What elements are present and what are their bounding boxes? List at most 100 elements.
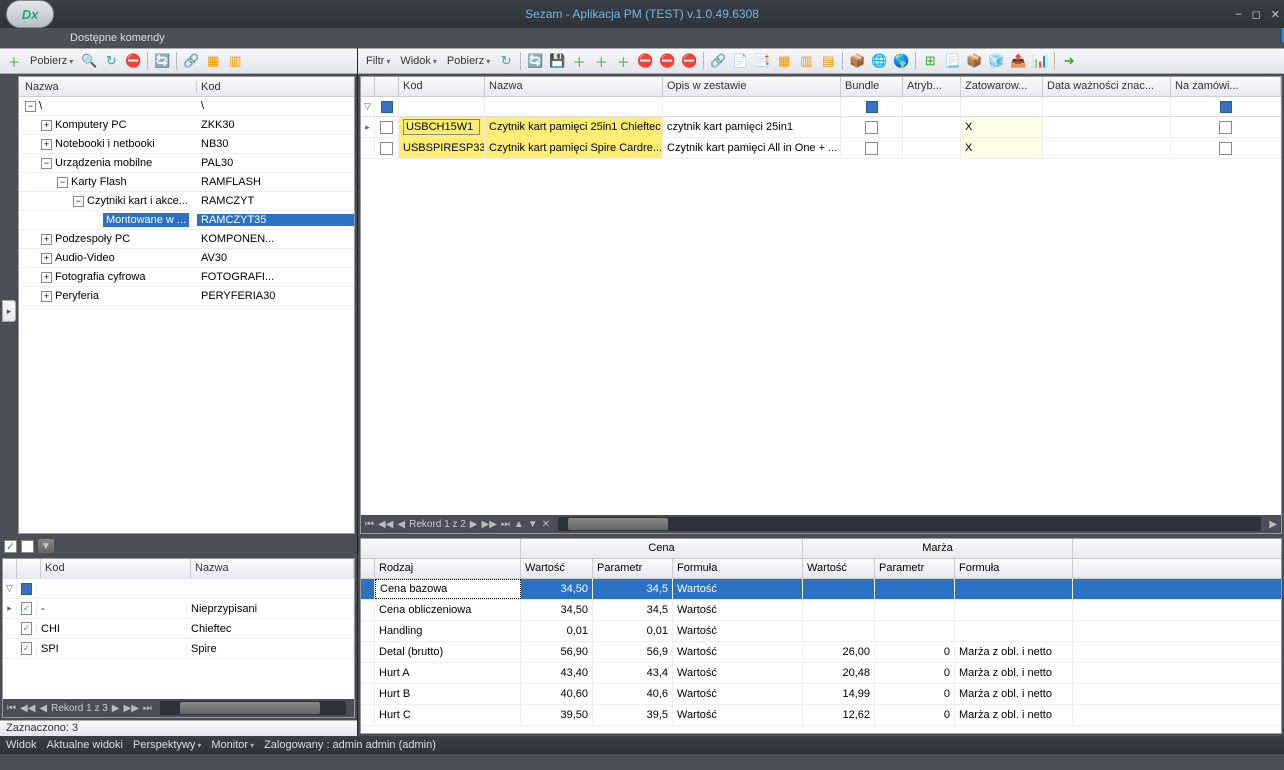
- close-filter-icon[interactable]: ✕: [542, 519, 550, 530]
- col-atryb[interactable]: Atryb...: [903, 77, 961, 96]
- uncheck-all[interactable]: [21, 540, 34, 553]
- col-marza-parametr[interactable]: Parametr: [875, 559, 955, 578]
- price-row[interactable]: ▸ Cena bazowa 34,50 34,5 Wartość: [361, 579, 1281, 600]
- next-icon[interactable]: ▶: [112, 703, 120, 714]
- row-checkbox[interactable]: [380, 142, 393, 155]
- bl-col-kod[interactable]: Kod: [41, 559, 191, 579]
- add3-icon[interactable]: ＋: [613, 51, 633, 71]
- sync-icon[interactable]: 🔄: [152, 51, 172, 71]
- col-marza-formula[interactable]: Formuła: [955, 559, 1073, 578]
- status-widok[interactable]: Widok: [6, 739, 37, 751]
- price-row[interactable]: Detal (brutto) 56,90 56,9 Wartość 26,00 …: [361, 642, 1281, 663]
- bl-scrollbar[interactable]: [160, 701, 346, 715]
- status-monitor[interactable]: Monitor▾: [211, 739, 254, 751]
- add-icon[interactable]: ＋: [569, 51, 589, 71]
- widok-button[interactable]: Widok▾: [396, 55, 441, 67]
- row-checkbox[interactable]: [380, 121, 393, 134]
- del2-icon[interactable]: ⛔: [657, 51, 677, 71]
- pkg-icon[interactable]: 📦: [964, 51, 984, 71]
- pkg2-icon[interactable]: 🧊: [986, 51, 1006, 71]
- status-persp[interactable]: Perspektywy▾: [133, 739, 201, 751]
- export-icon[interactable]: 📤: [1008, 51, 1028, 71]
- prev-page-icon[interactable]: ◀◀: [20, 703, 35, 714]
- expander-icon[interactable]: +: [41, 272, 52, 283]
- col-cena-formula[interactable]: Formuła: [673, 559, 803, 578]
- add2-icon[interactable]: ＋: [591, 51, 611, 71]
- bundle-checkbox[interactable]: [865, 142, 878, 155]
- col-cena-wartosc[interactable]: Wartość: [521, 559, 593, 578]
- first-icon[interactable]: ⏮: [365, 519, 374, 530]
- tree-item[interactable]: −Czytniki kart i akce...RAMCZYT: [19, 192, 354, 211]
- col-kod[interactable]: Kod: [399, 77, 485, 96]
- globe-icon[interactable]: 🌐: [869, 51, 889, 71]
- copy-icon[interactable]: 📄: [730, 51, 750, 71]
- save-icon[interactable]: 💾: [547, 51, 567, 71]
- tree2-icon[interactable]: ▥: [225, 51, 245, 71]
- filtr-button[interactable]: Filtr▾: [362, 55, 394, 67]
- main-scrollbar[interactable]: [558, 517, 1261, 531]
- maximize-icon[interactable]: ◻: [1252, 8, 1261, 21]
- tree-item[interactable]: Montowane w ...RAMCZYT35: [19, 211, 354, 230]
- tree-item[interactable]: +Komputery PCZKK30: [19, 116, 354, 135]
- tree-icon[interactable]: ▦: [203, 51, 223, 71]
- product-row[interactable]: USBSPIRESP3320 Czytnik kart pamięci Spir…: [361, 138, 1281, 159]
- add-icon[interactable]: ＋: [4, 51, 24, 71]
- price-row[interactable]: Hurt A 43,40 43,4 Wartość 20,48 0 Marża …: [361, 663, 1281, 684]
- col-bundle[interactable]: Bundle: [841, 77, 903, 96]
- first-icon[interactable]: ⏮: [7, 703, 16, 714]
- col-marza-wartosc[interactable]: Wartość: [803, 559, 875, 578]
- last-icon[interactable]: ⏭: [143, 703, 152, 714]
- expander-icon[interactable]: +: [41, 234, 52, 245]
- check-all[interactable]: ✓: [4, 540, 17, 553]
- nazam-checkbox[interactable]: [1219, 142, 1232, 155]
- next-page-icon[interactable]: ▶▶: [124, 703, 139, 714]
- col-nazwa[interactable]: Nazwa: [485, 77, 663, 96]
- csv-icon[interactable]: 📊: [1030, 51, 1050, 71]
- pobierz-button-r[interactable]: Pobierz▾: [443, 55, 494, 67]
- last-icon[interactable]: ⏭: [501, 519, 510, 530]
- price-row[interactable]: Handling 0,01 0,01 Wartość: [361, 621, 1281, 642]
- collapse-icon[interactable]: −: [25, 101, 36, 112]
- tree-item[interactable]: +Notebooki i netbookiNB30: [19, 135, 354, 154]
- tree-item[interactable]: −Urządzenia mobilnePAL30: [19, 154, 354, 173]
- box-icon[interactable]: 📦: [847, 51, 867, 71]
- next-page-icon[interactable]: ▶▶: [482, 519, 497, 530]
- minimize-icon[interactable]: –: [1236, 8, 1242, 21]
- col-data[interactable]: Data ważności znac...: [1043, 77, 1171, 96]
- bl-col-nazwa[interactable]: Nazwa: [191, 559, 354, 579]
- refresh-icon[interactable]: ↻: [101, 51, 121, 71]
- tree-root[interactable]: −\ \: [19, 97, 354, 116]
- expander-icon[interactable]: +: [41, 291, 52, 302]
- price-row[interactable]: Hurt B 40,60 40,6 Wartość 14,99 0 Marża …: [361, 684, 1281, 705]
- globe2-icon[interactable]: 🌎: [891, 51, 911, 71]
- product-row[interactable]: ▸ Czytnik kart pamięci 25in1 Chieftec cz…: [361, 117, 1281, 138]
- prev-icon[interactable]: ◀: [397, 519, 405, 530]
- plus-box-icon[interactable]: ⊞: [920, 51, 940, 71]
- expander-icon[interactable]: +: [41, 253, 52, 264]
- refresh-icon[interactable]: ↻: [496, 51, 516, 71]
- nazam-checkbox[interactable]: [1219, 121, 1232, 134]
- grid3-icon[interactable]: ▤: [818, 51, 838, 71]
- col-opis[interactable]: Opis w zestawie: [663, 77, 841, 96]
- price-row[interactable]: Cena obliczeniowa 34,50 34,5 Wartość: [361, 600, 1281, 621]
- tree-item[interactable]: −Karty FlashRAMFLASH: [19, 173, 354, 192]
- tree-item[interactable]: +Podzespoły PCKOMPONEN...: [19, 230, 354, 249]
- manufacturer-row[interactable]: ▸ ✓ - Nieprzypisani: [3, 599, 354, 619]
- down-icon[interactable]: ▼: [528, 519, 538, 530]
- doc-icon[interactable]: 📃: [942, 51, 962, 71]
- close-icon[interactable]: ✕: [1271, 8, 1280, 21]
- link-icon[interactable]: 🔗: [708, 51, 728, 71]
- tree-expand-tab[interactable]: ▸: [2, 300, 16, 322]
- row-checkbox[interactable]: ✓: [21, 642, 32, 655]
- ribbon-link[interactable]: Dostępne komendy: [0, 28, 1284, 48]
- next-icon[interactable]: ▶: [470, 519, 478, 530]
- expander-icon[interactable]: −: [41, 158, 52, 169]
- status-akt[interactable]: Aktualne widoki: [47, 739, 123, 751]
- manufacturer-row[interactable]: ✓ CHI Chieftec: [3, 619, 354, 639]
- pobierz-button[interactable]: Pobierz▾: [26, 55, 77, 67]
- bundle-checkbox[interactable]: [865, 121, 878, 134]
- sync-icon[interactable]: 🔄: [525, 51, 545, 71]
- go-icon[interactable]: ➜: [1059, 51, 1079, 71]
- link-icon[interactable]: 🔗: [181, 51, 201, 71]
- tree-item[interactable]: +Audio-VideoAV30: [19, 249, 354, 268]
